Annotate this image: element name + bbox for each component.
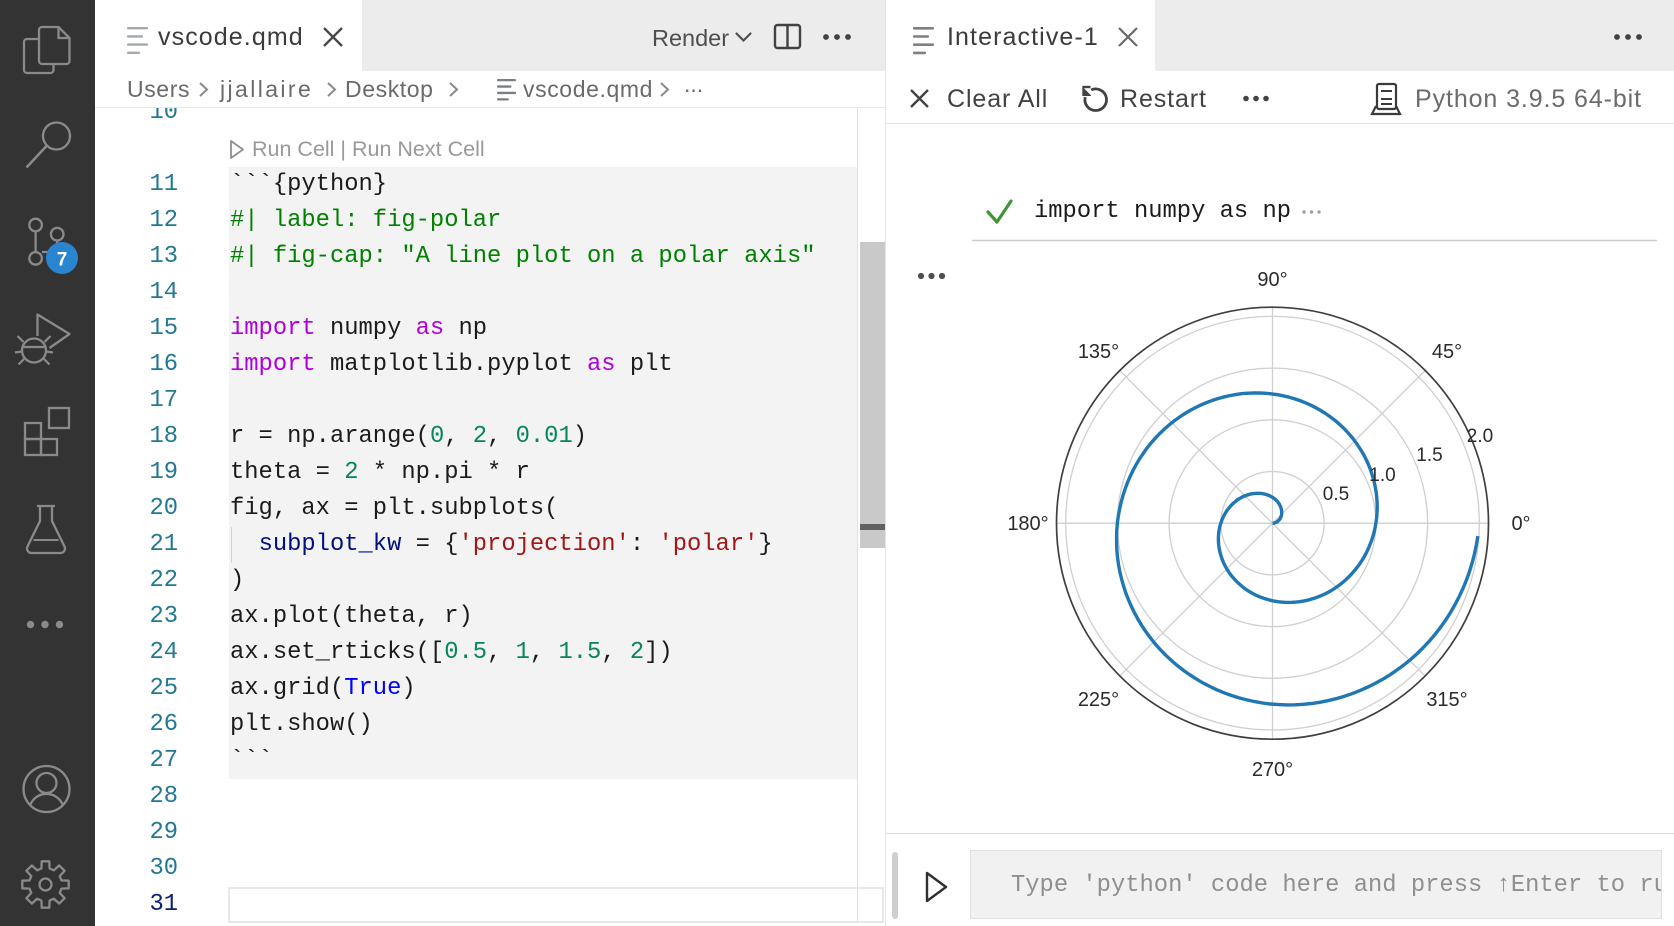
svg-text:45°: 45° [1432,341,1462,363]
svg-text:7: 7 [57,250,68,271]
svg-text:225°: 225° [1078,689,1119,711]
svg-text:180°: 180° [1007,513,1048,535]
svg-text:1.5: 1.5 [1416,445,1442,466]
svg-text:270°: 270° [1252,759,1293,781]
svg-text:1.0: 1.0 [1369,465,1395,486]
svg-text:0°: 0° [1511,513,1530,535]
svg-text:0.5: 0.5 [1323,484,1349,505]
svg-text:90°: 90° [1257,269,1287,291]
svg-text:2.0: 2.0 [1467,426,1493,447]
svg-text:135°: 135° [1078,341,1119,363]
svg-text:315°: 315° [1426,689,1467,711]
